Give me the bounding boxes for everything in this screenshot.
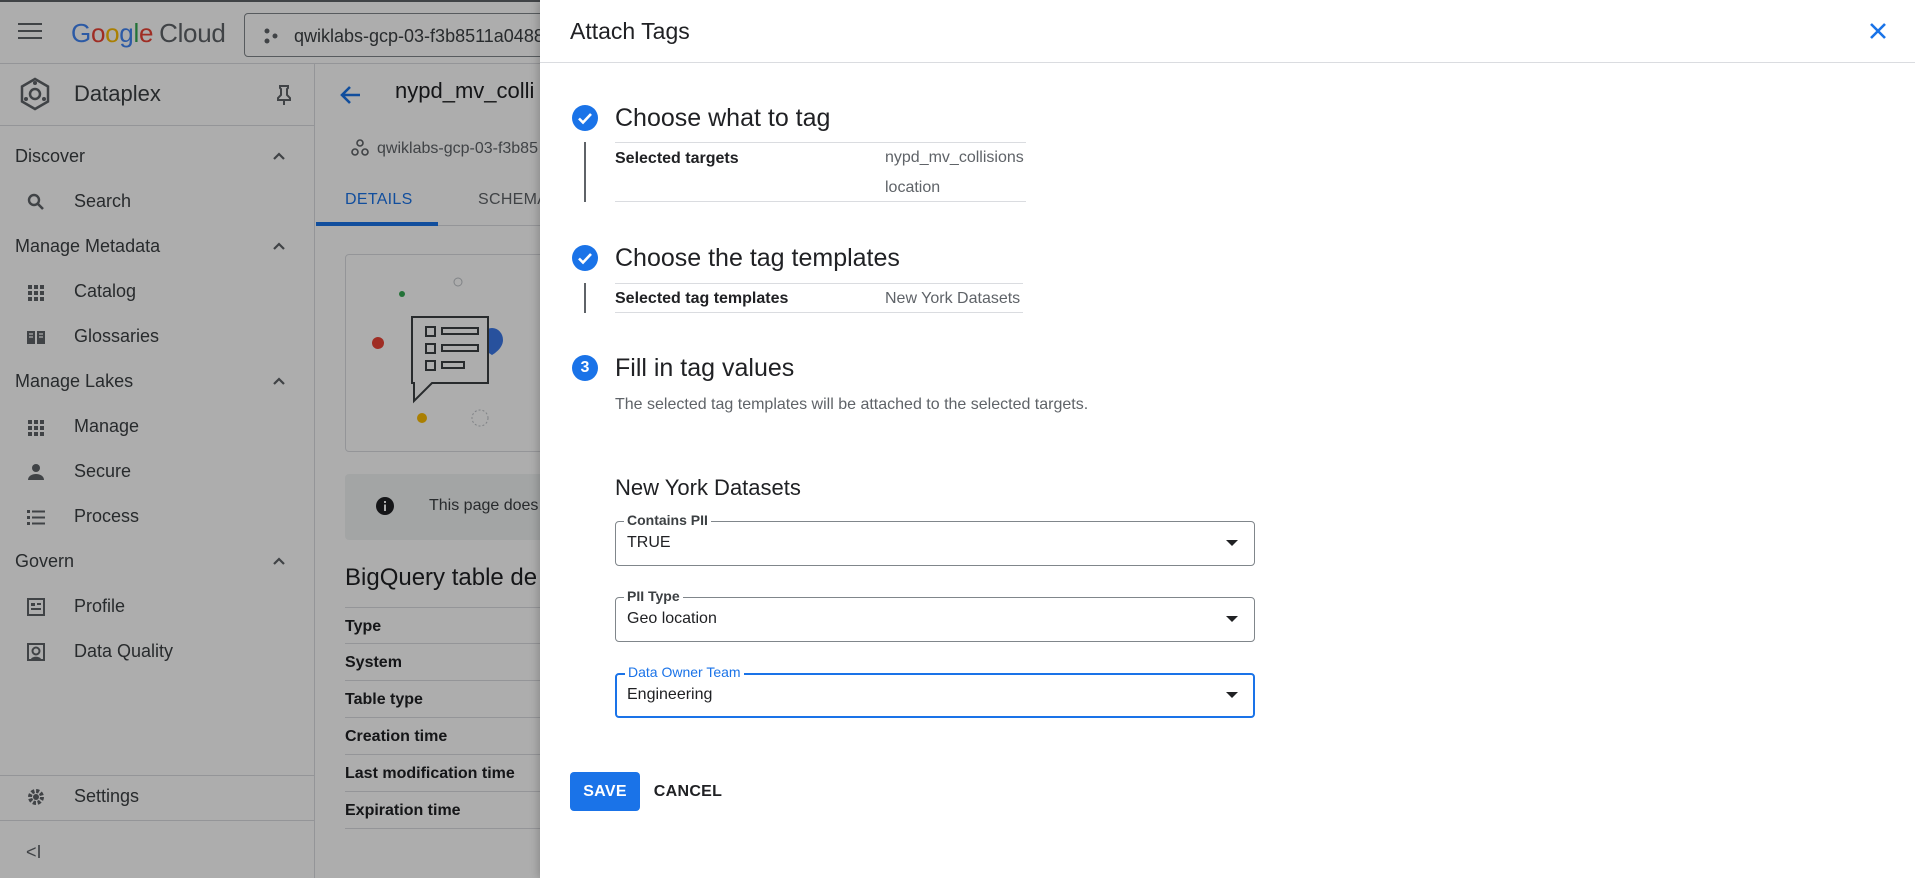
selected-targets-row: Selected targets nypd_mv_collisions loca… [615, 142, 1026, 202]
step-3-title: Fill in tag values [615, 354, 795, 382]
summary-value: nypd_mv_collisions [885, 149, 1024, 166]
summary-value: location [885, 179, 941, 196]
save-button[interactable]: SAVE [570, 772, 640, 811]
dropdown-arrow-icon [1226, 616, 1238, 622]
field-value: Engineering [627, 686, 713, 703]
data-owner-team-select[interactable]: Data Owner Team Engineering [615, 664, 1255, 718]
summary-value: New York Datasets [885, 290, 1021, 307]
cancel-button[interactable]: CANCEL [648, 772, 728, 811]
step-2-summary: Selected tag templates New York Datasets [615, 283, 1023, 313]
template-title: New York Datasets [615, 475, 801, 500]
summary-key: Selected targets [615, 150, 739, 167]
field-value: TRUE [627, 534, 671, 551]
dropdown-arrow-icon [1226, 692, 1238, 698]
field-label: Data Owner Team [625, 664, 744, 680]
step-3-description: The selected tag templates will be attac… [615, 396, 1089, 413]
step-2-title: Choose the tag templates [615, 244, 900, 272]
panel-title: Attach Tags [570, 18, 690, 44]
summary-key: Selected tag templates [615, 290, 789, 307]
step-1-summary: Selected targets nypd_mv_collisions loca… [615, 142, 1026, 202]
panel-header: Attach Tags [540, 0, 1915, 63]
dropdown-arrow-icon [1226, 540, 1238, 546]
contains-pii-select[interactable]: Contains PII TRUE [615, 512, 1255, 566]
step-connector [584, 142, 586, 202]
check-circle-icon [572, 245, 598, 271]
step-number-badge: 3 [572, 355, 598, 381]
check-circle-icon [572, 105, 598, 131]
selected-templates-row: Selected tag templates New York Datasets [615, 283, 1023, 313]
attach-tags-panel: Attach Tags Choose what to tag Selected … [540, 0, 1915, 878]
field-label: Contains PII [624, 512, 711, 528]
field-value: Geo location [627, 610, 717, 627]
close-icon[interactable] [1866, 19, 1890, 43]
pii-type-select[interactable]: PII Type Geo location [615, 588, 1255, 642]
field-label: PII Type [624, 588, 683, 604]
step-connector [584, 283, 586, 313]
step-1-title: Choose what to tag [615, 104, 831, 132]
